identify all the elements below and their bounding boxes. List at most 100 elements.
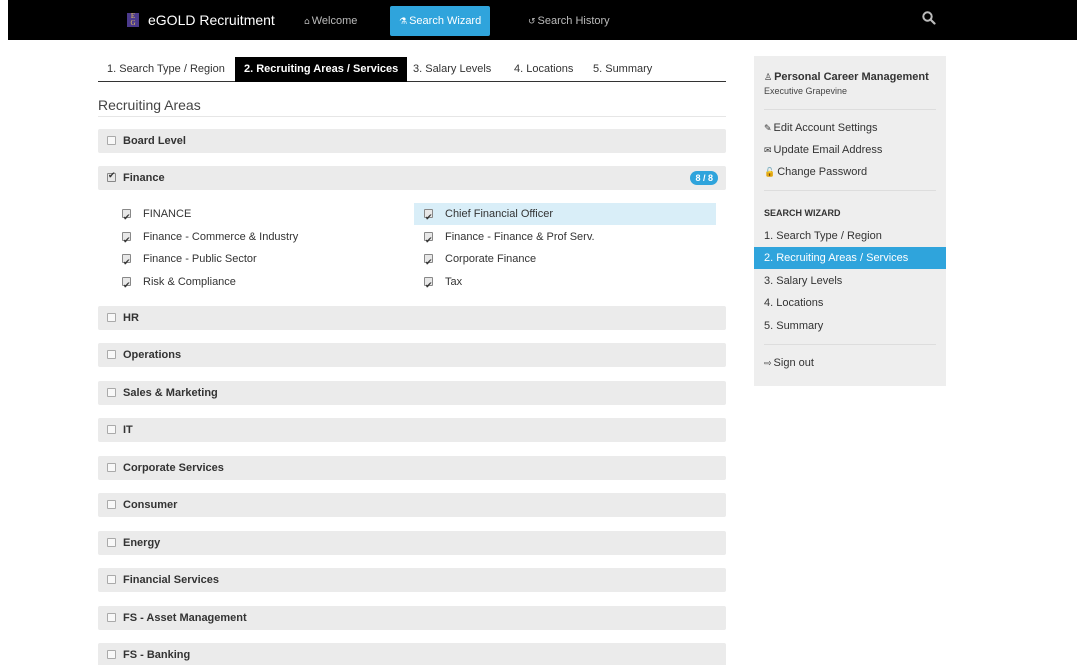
item-checkbox[interactable] — [122, 230, 131, 252]
search-icon[interactable] — [922, 11, 940, 29]
history-icon: ↺ — [528, 17, 536, 27]
tab-locations[interactable]: 4. Locations — [505, 57, 582, 82]
category-checkbox[interactable] — [107, 538, 116, 547]
tab-search-type[interactable]: 1. Search Type / Region — [98, 57, 234, 82]
finance-item[interactable]: Finance - Finance & Prof Serv. — [414, 226, 716, 252]
category-label: Consumer — [123, 499, 178, 511]
sidebar-divider — [764, 190, 936, 191]
item-label: FINANCE — [143, 208, 192, 220]
item-label: Corporate Finance — [445, 253, 537, 265]
category-label: Energy — [123, 537, 161, 549]
category-sales-marketing[interactable]: Sales & Marketing — [98, 381, 726, 405]
lock-icon: 🔓 — [764, 168, 776, 178]
finance-item[interactable]: Tax — [414, 271, 716, 297]
category-board-level[interactable]: Board Level — [98, 129, 726, 153]
category-checkbox[interactable] — [107, 650, 116, 659]
nav-welcome-label: Welcome — [311, 15, 358, 27]
wizard-icon: ⚗ — [399, 17, 408, 27]
nav-welcome[interactable]: ⌂ Welcome — [295, 6, 366, 36]
category-corporate-services[interactable]: Corporate Services — [98, 456, 726, 480]
nav-search-history[interactable]: ↺ Search History — [519, 6, 619, 36]
tab-recruiting-areas[interactable]: 2. Recruiting Areas / Services — [235, 57, 408, 82]
sidebar-step-recruiting-areas[interactable]: 2. Recruiting Areas / Services — [754, 247, 946, 269]
category-checkbox[interactable] — [107, 613, 116, 622]
home-icon: ⌂ — [304, 17, 310, 27]
category-label: Operations — [123, 349, 182, 361]
sidebar-title-label: Personal Career Management — [774, 71, 929, 83]
finance-item[interactable]: Corporate Finance — [414, 248, 716, 274]
category-checkbox[interactable] — [107, 313, 116, 322]
finance-item[interactable]: Risk & Compliance — [112, 271, 402, 297]
item-label: Tax — [445, 276, 463, 288]
item-checkbox[interactable] — [122, 207, 131, 229]
sign-out-icon: ⇨ — [764, 359, 772, 369]
item-label: Finance - Commerce & Industry — [143, 231, 299, 243]
sidebar-subtitle: Executive Grapevine — [764, 86, 848, 96]
category-checkbox[interactable] — [107, 500, 116, 509]
brand-name: eGOLD Recruitment — [148, 12, 275, 28]
item-label: Risk & Compliance — [143, 276, 236, 288]
envelope-icon: ✉ — [764, 146, 772, 156]
category-checkbox[interactable] — [107, 171, 116, 182]
tab-salary-levels[interactable]: 3. Salary Levels — [404, 57, 500, 82]
finance-item[interactable]: FINANCE — [112, 203, 402, 229]
category-label: Sales & Marketing — [123, 387, 218, 399]
item-checkbox[interactable] — [424, 275, 433, 297]
item-checkbox[interactable] — [424, 207, 433, 229]
category-finance[interactable]: Finance 8 / 8 — [98, 166, 726, 190]
category-it[interactable]: IT — [98, 418, 726, 442]
finance-item[interactable]: Finance - Commerce & Industry — [112, 226, 402, 252]
section-divider — [98, 116, 726, 117]
category-label: HR — [123, 312, 139, 324]
change-password-link[interactable]: 🔓 Change Password — [764, 166, 867, 178]
category-checkbox[interactable] — [107, 575, 116, 584]
category-checkbox[interactable] — [107, 388, 116, 397]
wizard-tabs: 1. Search Type / Region 2. Recruiting Ar… — [98, 57, 726, 82]
update-email-link[interactable]: ✉ Update Email Address — [764, 144, 882, 156]
sidebar-step-summary[interactable]: 5. Summary — [754, 315, 946, 337]
edit-account-link[interactable]: ✎ Edit Account Settings — [764, 122, 878, 134]
wizard-heading: SEARCH WIZARD — [764, 208, 841, 218]
brand[interactable]: EG eGOLD Recruitment — [127, 12, 275, 28]
category-fs-asset-management[interactable]: FS - Asset Management — [98, 606, 726, 630]
category-checkbox[interactable] — [107, 136, 116, 145]
tab-summary[interactable]: 5. Summary — [584, 57, 661, 82]
edit-account-label: Edit Account Settings — [773, 122, 878, 134]
finance-item[interactable]: Finance - Public Sector — [112, 248, 402, 274]
sign-out-link[interactable]: ⇨ Sign out — [764, 357, 814, 369]
category-checkbox[interactable] — [107, 463, 116, 472]
brand-logo-icon: EG — [127, 13, 139, 27]
sign-out-label: Sign out — [773, 357, 814, 369]
nav-search-wizard-label: Search Wizard — [409, 15, 482, 27]
item-label: Finance - Public Sector — [143, 253, 257, 265]
sidebar-step-salary-levels[interactable]: 3. Salary Levels — [754, 270, 946, 292]
category-financial-services[interactable]: Financial Services — [98, 568, 726, 592]
item-checkbox[interactable] — [424, 252, 433, 274]
nav-search-wizard[interactable]: ⚗ Search Wizard — [390, 6, 491, 36]
category-fs-banking[interactable]: FS - Banking — [98, 643, 726, 665]
category-checkbox[interactable] — [107, 350, 116, 359]
sidebar: ♙ Personal Career Management Executive Gr… — [754, 56, 946, 386]
change-password-label: Change Password — [777, 166, 868, 178]
category-consumer[interactable]: Consumer — [98, 493, 726, 517]
top-navbar: EG eGOLD Recruitment ⌂ Welcome ⚗ Search Wi… — [8, 0, 1077, 40]
item-checkbox[interactable] — [122, 252, 131, 274]
sidebar-step-search-type[interactable]: 1. Search Type / Region — [754, 225, 946, 247]
category-energy[interactable]: Energy — [98, 531, 726, 555]
category-label: Finance — [123, 172, 165, 184]
selection-count-badge: 8 / 8 — [690, 171, 718, 185]
category-operations[interactable]: Operations — [98, 343, 726, 367]
section-title: Recruiting Areas — [98, 97, 201, 113]
sidebar-step-locations[interactable]: 4. Locations — [754, 292, 946, 314]
category-checkbox[interactable] — [107, 425, 116, 434]
category-hr[interactable]: HR — [98, 306, 726, 330]
sidebar-title: ♙ Personal Career Management — [764, 71, 929, 83]
category-label: Board Level — [123, 135, 186, 147]
finance-item[interactable]: Chief Financial Officer — [414, 203, 716, 229]
user-icon: ♙ — [764, 73, 773, 83]
item-checkbox[interactable] — [122, 275, 131, 297]
item-checkbox[interactable] — [424, 230, 433, 252]
category-label: FS - Banking — [123, 649, 191, 661]
category-label: Financial Services — [123, 574, 219, 586]
item-label: Chief Financial Officer — [445, 208, 554, 220]
